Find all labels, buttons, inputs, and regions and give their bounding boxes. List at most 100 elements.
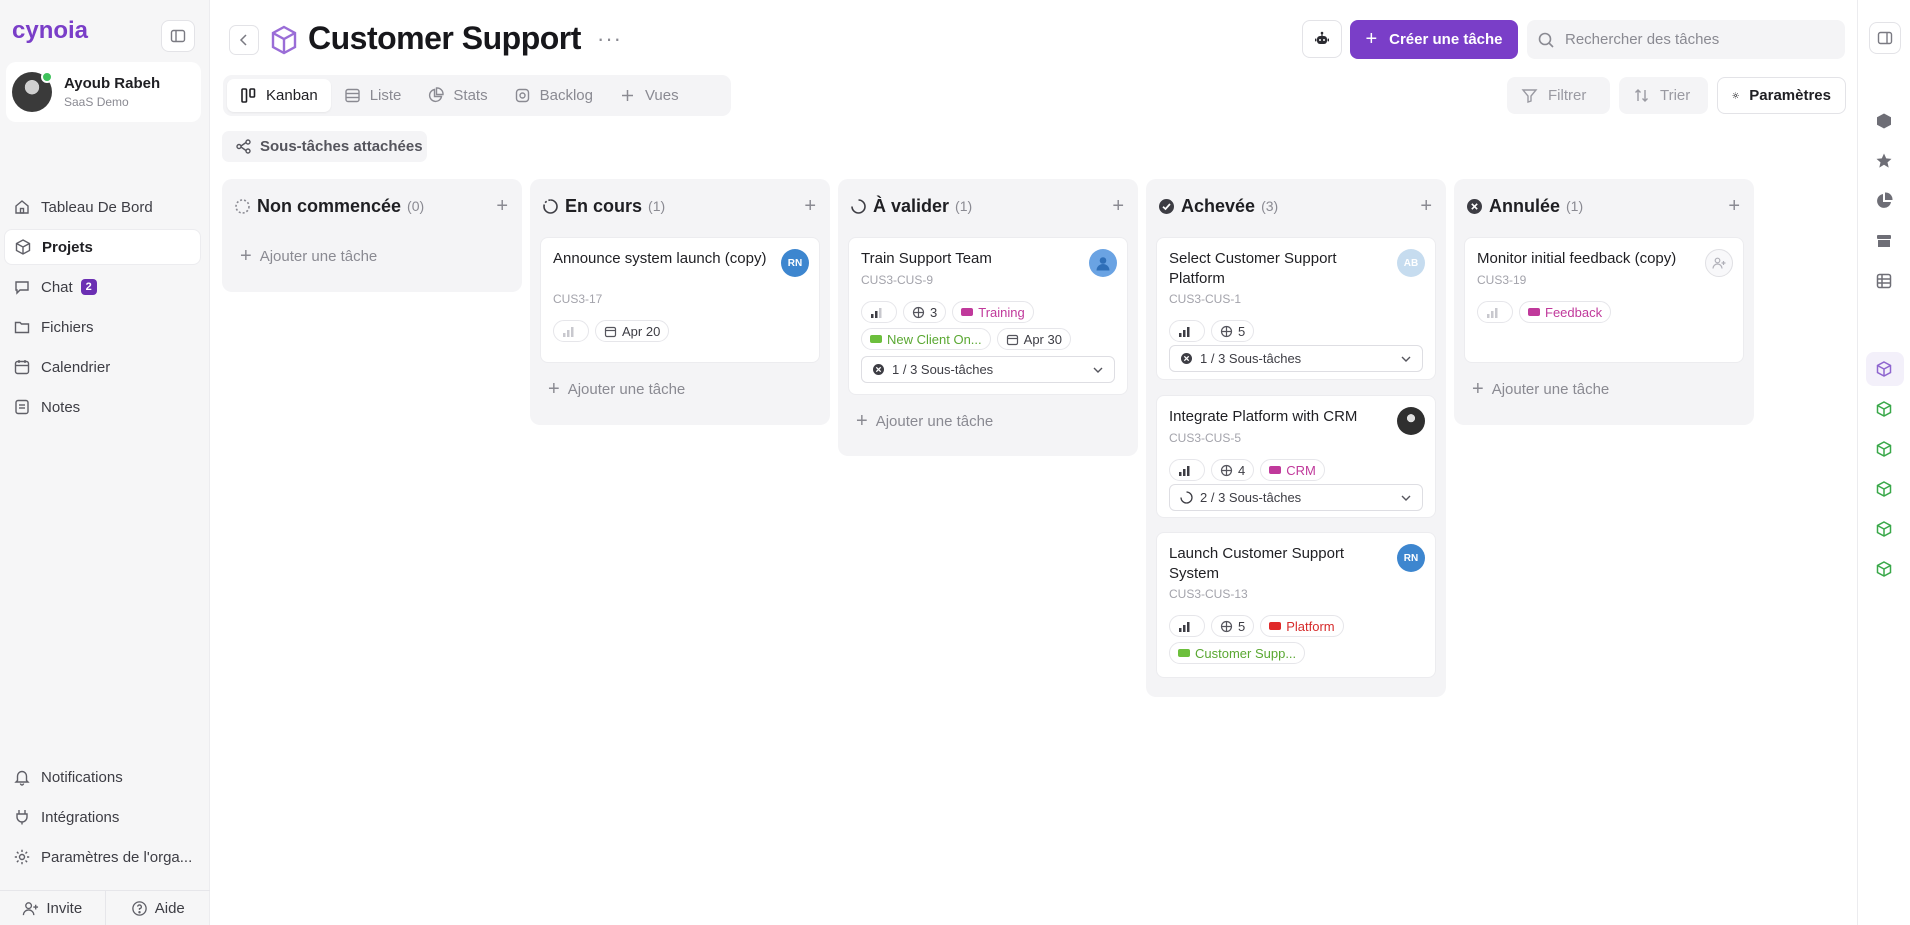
task-card[interactable]: Monitor initial feedback (copy) CUS3-19 … [1464,237,1744,363]
assignee-avatar[interactable]: RN [781,249,809,277]
points-icon [1220,464,1233,476]
nav-item-chat[interactable]: Chat 2 [4,269,201,305]
project-cube-icon[interactable] [1875,440,1893,458]
nav-item-dashboard[interactable]: Tableau De Bord [4,189,201,225]
task-card[interactable]: Announce system launch (copy) RN CUS3-17… [540,237,820,363]
ai-assistant-button[interactable] [1302,20,1342,58]
task-id: CUS3-17 [553,292,603,306]
tag-chip[interactable]: Training [952,301,1034,323]
column-add-button[interactable]: + [804,194,816,218]
due-date-chip[interactable]: Apr 30 [996,328,1071,350]
add-task-button[interactable]: + Ajouter une tâche [240,246,377,266]
tag-chip[interactable]: New Client On... [861,328,991,350]
nav-item-org-settings[interactable]: Paramètres de l'orga... [4,839,201,875]
tab-list[interactable]: Liste [331,79,415,112]
assignee-avatar[interactable] [1089,249,1117,277]
task-card[interactable]: Integrate Platform with CRM CUS3-CUS-5 4… [1156,395,1436,518]
pie-chart-icon[interactable] [1875,192,1893,210]
assignee-avatar[interactable] [1397,407,1425,435]
subtasks-dropdown[interactable]: 1 / 3 Sous-tâches [1169,345,1423,372]
assignee-avatar[interactable]: RN [1397,544,1425,572]
story-points-chip[interactable]: 3 [903,301,947,323]
tag-chip[interactable]: Customer Supp... [1169,642,1306,664]
invite-button[interactable]: Invite [0,891,106,925]
toggle-right-panel-button[interactable] [1869,22,1901,54]
tab-stats[interactable]: Stats [414,79,500,112]
project-cube-icon[interactable] [1875,400,1893,418]
search-input[interactable] [1565,31,1835,48]
add-user-icon [1712,257,1726,269]
nav-item-files[interactable]: Fichiers [4,309,201,345]
nav-item-notifications[interactable]: Notifications [4,759,201,795]
column-add-button[interactable]: + [496,194,508,218]
project-cube-icon[interactable] [1875,480,1893,498]
project-cube-icon[interactable] [1875,360,1893,378]
cube-icon[interactable] [1875,112,1893,130]
user-card[interactable]: Ayoub Rabeh SaaS Demo [6,62,201,122]
tag-chip[interactable]: Platform [1260,615,1344,637]
column-cancelled: Annulée (1) + Monitor initial feedback (… [1454,179,1754,425]
chevron-left-icon [239,34,247,46]
task-card[interactable]: Train Support Team CUS3-CUS-9 3 Training… [848,237,1128,395]
assignee-avatar[interactable]: AB [1397,249,1425,277]
tag-chip[interactable]: CRM [1260,459,1325,481]
task-title: Train Support Team [861,250,992,267]
priority-chip[interactable] [1169,459,1205,481]
nav-item-projects[interactable]: Projets [4,229,201,265]
star-icon[interactable] [1875,152,1893,170]
plus-icon [621,90,633,101]
more-options-button[interactable]: ··· [597,28,622,50]
task-search[interactable] [1527,20,1845,59]
user-name: Ayoub Rabeh [64,75,161,92]
archive-icon[interactable] [1875,232,1893,250]
nav-label: Chat [41,278,73,296]
tab-backlog[interactable]: Backlog [501,79,606,112]
story-points-chip[interactable]: 5 [1211,615,1255,637]
column-add-button[interactable]: + [1728,194,1740,218]
tab-kanban[interactable]: Kanban [227,79,331,112]
column-add-button[interactable]: + [1420,194,1432,218]
priority-chip[interactable] [553,320,589,342]
task-card[interactable]: Launch Customer Support System RN CUS3-C… [1156,532,1436,678]
attached-subtasks-toggle[interactable]: Sous-tâches attachées [222,131,427,162]
done-status-icon [1159,198,1174,214]
priority-chip[interactable] [861,301,897,323]
story-points-chip[interactable]: 5 [1211,320,1255,342]
add-task-button[interactable]: + Ajouter une tâche [1472,379,1609,399]
collapse-sidebar-button[interactable] [161,20,195,52]
calendar-icon [1006,334,1018,345]
sort-button[interactable]: Trier [1619,77,1708,114]
tag-chip[interactable]: Feedback [1519,301,1612,323]
project-cube-icon[interactable] [1875,560,1893,578]
priority-chip[interactable] [1477,301,1513,323]
subtasks-dropdown[interactable]: 2 / 3 Sous-tâches [1169,484,1423,511]
column-not-started: Non commencée (0) + + Ajouter une tâche [222,179,522,292]
project-cube-icon[interactable] [1875,520,1893,538]
priority-bars-icon [871,307,882,318]
subtasks-dropdown[interactable]: 1 / 3 Sous-tâches [861,356,1115,383]
nav-item-calendar[interactable]: Calendrier [4,349,201,385]
column-add-button[interactable]: + [1112,194,1124,218]
nav-item-integrations[interactable]: Intégrations [4,799,201,835]
add-task-button[interactable]: + Ajouter une tâche [548,379,685,399]
assign-user-button[interactable] [1705,249,1733,277]
add-task-button[interactable]: + Ajouter une tâche [856,411,993,431]
tab-add-view[interactable]: Vues [606,79,692,112]
due-date-chip[interactable]: Apr 20 [595,320,670,342]
nav-label: Projets [42,238,93,256]
nav-item-notes[interactable]: Notes [4,389,201,425]
priority-chip[interactable] [1169,615,1205,637]
story-points-chip[interactable]: 4 [1211,459,1255,481]
create-task-button[interactable]: + Créer une tâche [1350,20,1518,59]
help-button[interactable]: Aide [106,891,211,925]
filter-icon [1521,89,1538,103]
back-button[interactable] [229,25,259,55]
priority-chip[interactable] [1169,320,1205,342]
task-card[interactable]: Select Customer Support Platform AB CUS3… [1156,237,1436,380]
table-icon[interactable] [1875,272,1893,290]
cynoia-logo[interactable]: cynoia [12,16,96,44]
filter-button[interactable]: Filtrer [1507,77,1610,114]
settings-button[interactable]: Paramètres [1717,77,1846,114]
project-cube-icon [271,25,297,55]
kanban-icon [241,88,256,103]
